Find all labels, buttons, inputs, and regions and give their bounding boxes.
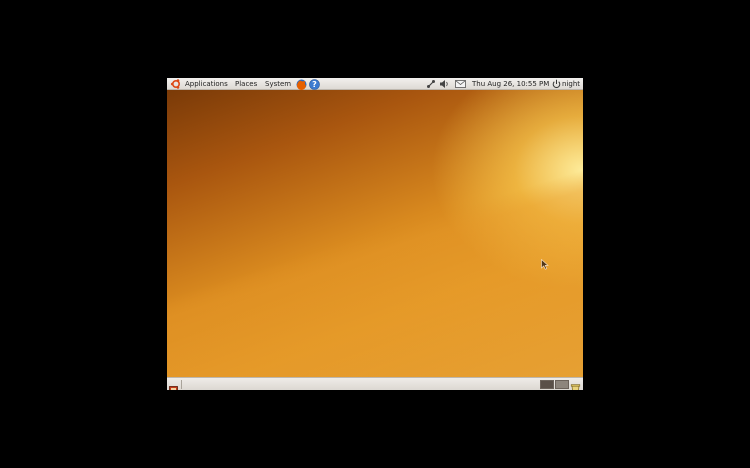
vm-screen: Applications Places System ? Thu Aug 26,… [167, 78, 583, 390]
trash-icon[interactable] [570, 379, 581, 390]
bottom-panel [167, 377, 583, 390]
applications-menu[interactable]: Applications [185, 78, 228, 90]
desktop-wallpaper[interactable] [167, 90, 583, 377]
workspace-2[interactable] [555, 380, 569, 389]
show-desktop-icon[interactable] [169, 380, 178, 390]
panel-separator [181, 380, 182, 389]
ubuntu-logo-icon[interactable] [170, 78, 182, 90]
workspace-1[interactable] [540, 380, 554, 389]
user-name[interactable]: night [562, 78, 580, 90]
clock[interactable]: Thu Aug 26, 10:55 PM [472, 78, 549, 90]
mouse-pointer-icon [541, 255, 549, 274]
system-menu[interactable]: System [265, 78, 291, 90]
svg-text:?: ? [312, 80, 317, 89]
places-menu[interactable]: Places [235, 78, 257, 90]
top-panel: Applications Places System ? Thu Aug 26,… [167, 78, 583, 91]
